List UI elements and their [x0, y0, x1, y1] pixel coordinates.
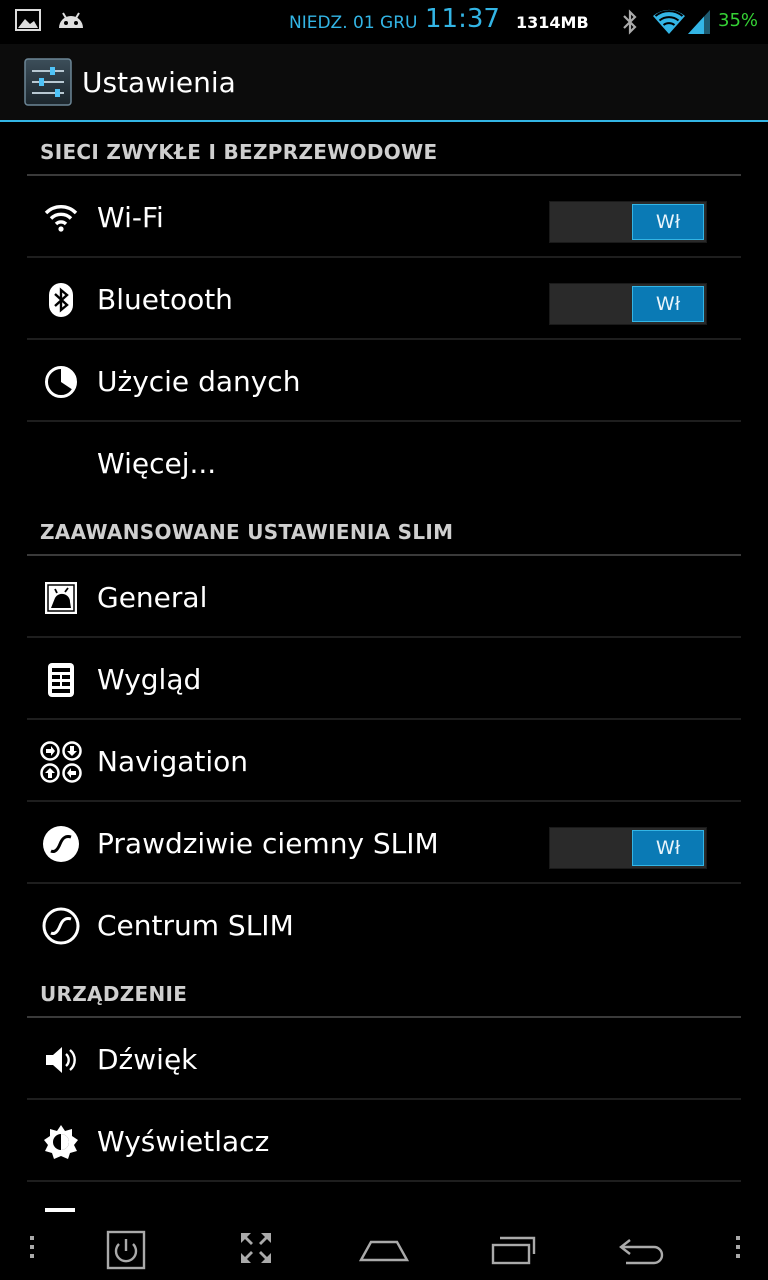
- settings-item-sound[interactable]: Dźwięk: [27, 1018, 741, 1100]
- toggle-knob: Wł: [632, 286, 704, 322]
- signal-status-icon: [688, 10, 710, 34]
- sound-icon: [46, 1047, 76, 1073]
- settings-item-slim-center[interactable]: Centrum SLIM: [27, 884, 741, 964]
- section-header-device: URZĄDZENIE: [27, 964, 741, 1018]
- action-bar: Ustawienia: [0, 44, 768, 122]
- settings-item-label: Więcej...: [97, 447, 217, 480]
- settings-item-data-usage[interactable]: Użycie danych: [27, 340, 741, 422]
- wifi-status-icon: [653, 9, 685, 35]
- settings-item-label: Dźwięk: [97, 1043, 198, 1076]
- recent-apps-icon[interactable]: [490, 1236, 538, 1266]
- settings-item-label: Wi-Fi: [97, 201, 164, 234]
- settings-item-label: Użycie danych: [97, 365, 301, 398]
- status-memory: 1314MB: [516, 13, 589, 32]
- navigation-bar: [0, 1216, 768, 1280]
- settings-list: SIECI ZWYKŁE I BEZPRZEWODOWE Wi-Fi Wł Bl…: [0, 122, 768, 1262]
- page-title: Ustawienia: [82, 66, 236, 99]
- settings-item-general[interactable]: General: [27, 556, 741, 638]
- settings-item-wifi[interactable]: Wi-Fi Wł: [27, 176, 741, 258]
- settings-app-icon[interactable]: [24, 58, 72, 106]
- section-header-label: URZĄDZENIE: [40, 982, 188, 1006]
- settings-item-label: Wyświetlacz: [97, 1125, 270, 1158]
- battery-percent: 35%: [718, 10, 759, 31]
- settings-item-navigation[interactable]: Navigation: [27, 720, 741, 802]
- power-icon[interactable]: [106, 1230, 146, 1270]
- section-header-slim: ZAAWANSOWANE USTAWIENIA SLIM: [27, 502, 741, 556]
- settings-item-label: Wygląd: [97, 663, 202, 696]
- settings-item-bluetooth[interactable]: Bluetooth Wł: [27, 258, 741, 340]
- back-icon[interactable]: [618, 1236, 666, 1266]
- wifi-toggle[interactable]: Wł: [549, 201, 707, 243]
- section-header-wireless: SIECI ZWYKŁE I BEZPRZEWODOWE: [27, 122, 741, 176]
- dark-slim-toggle[interactable]: Wł: [549, 827, 707, 869]
- slim-dark-icon: [43, 826, 79, 862]
- notification-icons: [14, 8, 86, 32]
- settings-item-more[interactable]: Więcej...: [27, 422, 741, 502]
- settings-item-dark-slim[interactable]: Prawdziwie ciemny SLIM Wł: [27, 802, 741, 884]
- bluetooth-status-icon: [623, 9, 637, 35]
- settings-item-label: Bluetooth: [97, 283, 233, 316]
- bluetooth-toggle[interactable]: Wł: [549, 283, 707, 325]
- slim-center-icon: [42, 907, 80, 945]
- settings-item-label: Prawdziwie ciemny SLIM: [97, 827, 439, 860]
- section-header-label: ZAAWANSOWANE USTAWIENIA SLIM: [40, 520, 454, 544]
- bluetooth-icon: [49, 283, 73, 317]
- gallery-icon: [15, 9, 41, 31]
- appearance-icon: [48, 663, 74, 697]
- menu-dots-left-icon[interactable]: [26, 1230, 38, 1264]
- home-icon[interactable]: [359, 1238, 409, 1264]
- settings-item-appearance[interactable]: Wygląd: [27, 638, 741, 720]
- toggle-knob: Wł: [632, 204, 704, 240]
- general-icon: [45, 582, 77, 614]
- menu-dots-right-icon[interactable]: [732, 1230, 744, 1264]
- data-usage-icon: [45, 366, 77, 398]
- wifi-icon: [44, 205, 78, 232]
- android-icon: [59, 12, 83, 28]
- toggle-knob: Wł: [632, 830, 704, 866]
- status-bar: NIEDZ. 01 GRU 11:37 1314MB 35%: [0, 0, 768, 44]
- partial-item-icon: [45, 1208, 75, 1212]
- settings-item-label: General: [97, 581, 208, 614]
- settings-item-label: Centrum SLIM: [97, 909, 294, 942]
- navigation-icon: [40, 741, 82, 783]
- status-time: 11:37: [425, 4, 500, 34]
- section-header-label: SIECI ZWYKŁE I BEZPRZEWODOWE: [40, 140, 438, 164]
- expand-icon[interactable]: [238, 1230, 274, 1266]
- settings-item-display[interactable]: Wyświetlacz: [27, 1100, 741, 1182]
- status-date: NIEDZ. 01 GRU: [289, 13, 418, 33]
- brightness-icon: [44, 1125, 78, 1159]
- settings-item-label: Navigation: [97, 745, 249, 778]
